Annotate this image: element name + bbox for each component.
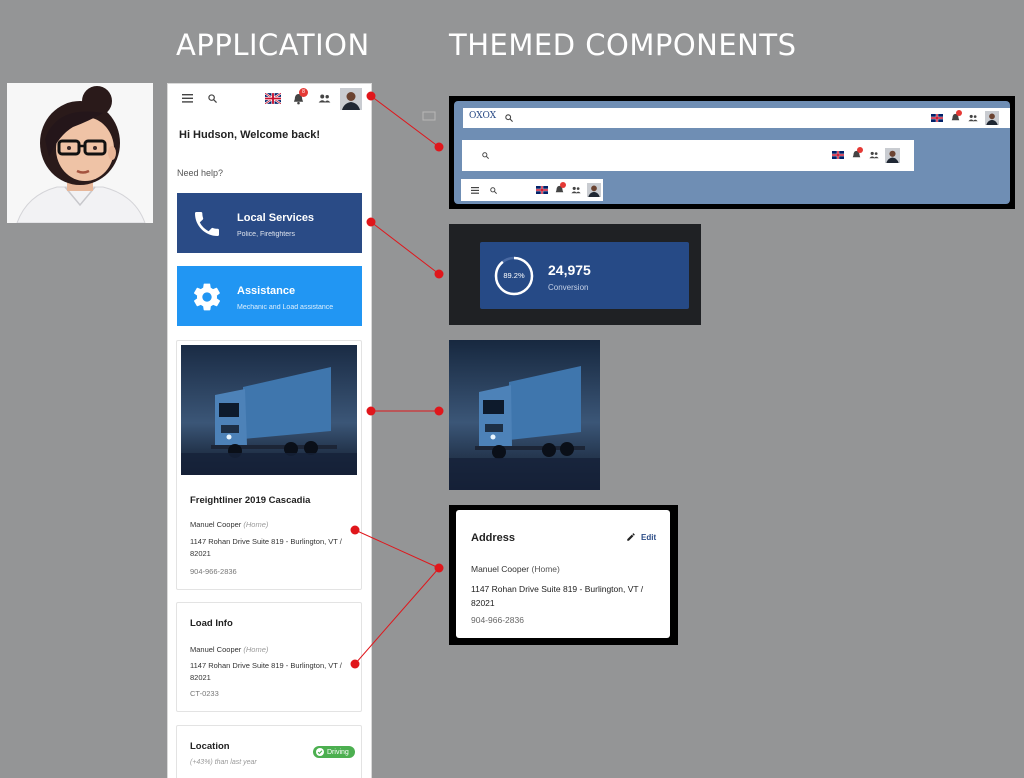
themed-topbars-panel: OXOX bbox=[449, 96, 1015, 209]
people-icon[interactable] bbox=[571, 186, 581, 194]
brand-logo-text: OXOX bbox=[469, 111, 497, 121]
check-icon bbox=[316, 748, 324, 756]
people-icon[interactable] bbox=[869, 151, 879, 159]
people-icon[interactable] bbox=[968, 114, 978, 122]
need-help-label: Need help? bbox=[177, 168, 224, 178]
profile-avatar-icon[interactable] bbox=[985, 111, 999, 125]
themed-address-panel: Address Edit Manuel Cooper (Home) 1147 R… bbox=[449, 505, 678, 645]
local-services-title: Local Services bbox=[237, 212, 315, 224]
connector-dot bbox=[434, 563, 444, 573]
connector-dot bbox=[434, 269, 444, 279]
conversion-stat-card: 89.2% 24,975 Conversion bbox=[480, 242, 689, 309]
assistance-title: Assistance bbox=[237, 285, 296, 297]
assistance-card[interactable]: Assistance Mechanic and Load assistance bbox=[177, 266, 362, 326]
conversion-label: Conversion bbox=[548, 283, 589, 292]
truck-image bbox=[181, 345, 357, 475]
menu-icon[interactable] bbox=[182, 94, 193, 103]
search-icon[interactable] bbox=[505, 114, 513, 122]
profile-avatar-icon[interactable] bbox=[587, 183, 601, 197]
address-card: Address Edit Manuel Cooper (Home) 1147 R… bbox=[456, 510, 670, 638]
location-title: Location bbox=[190, 741, 230, 752]
themed-topbars-background: OXOX bbox=[454, 101, 1010, 204]
gear-icon bbox=[193, 283, 221, 311]
address-lines: 1147 Rohan Drive Suite 819 - Burlington,… bbox=[471, 584, 644, 608]
user-avatar-illustration bbox=[7, 83, 153, 223]
load-contact: Manuel Cooper (Home) bbox=[190, 645, 269, 654]
themed-stat-panel: 89.2% 24,975 Conversion bbox=[449, 224, 701, 325]
edit-button[interactable]: Edit bbox=[626, 532, 656, 542]
conversion-value: 24,975 bbox=[548, 262, 591, 278]
vehicle-contact: Manuel Cooper (Home) bbox=[190, 520, 269, 529]
notification-count-badge: 8 bbox=[299, 88, 308, 97]
vehicle-card: Freightliner 2019 Cascadia Manuel Cooper… bbox=[176, 340, 362, 590]
load-code: CT-0233 bbox=[190, 689, 219, 698]
location-card: Location (+43%) than last year Driving bbox=[176, 725, 362, 778]
assistance-subtitle: Mechanic and Load assistance bbox=[237, 304, 334, 311]
notification-dot bbox=[956, 110, 962, 116]
load-address: 1147 Rohan Drive Suite 819 - Burlington,… bbox=[190, 661, 342, 682]
pencil-icon bbox=[627, 533, 635, 541]
vehicle-name: Freightliner 2019 Cascadia bbox=[190, 495, 311, 506]
topbar-variant-wide: OXOX bbox=[463, 108, 1010, 128]
driving-status-badge: Driving bbox=[313, 746, 355, 758]
address-phone: 904-966-2836 bbox=[471, 615, 524, 625]
menu-icon[interactable] bbox=[471, 187, 479, 194]
app-top-bar: 8 bbox=[168, 84, 371, 114]
themed-components-heading: THEMED COMPONENTS bbox=[449, 28, 797, 62]
profile-avatar-icon[interactable] bbox=[340, 88, 362, 110]
uk-flag-icon[interactable] bbox=[265, 93, 281, 104]
load-info-card: Load Info Manuel Cooper (Home) 1147 Roha… bbox=[176, 602, 362, 712]
uk-flag-icon[interactable] bbox=[931, 114, 943, 122]
address-contact: Manuel Cooper (Home) bbox=[471, 564, 560, 574]
address-title: Address bbox=[471, 532, 516, 544]
vehicle-phone: 904-966-2836 bbox=[190, 567, 237, 576]
conversion-percent: 89.2% bbox=[503, 271, 525, 280]
search-icon[interactable] bbox=[208, 94, 217, 103]
uk-flag-icon[interactable] bbox=[832, 151, 844, 159]
topbar-variant-medium bbox=[462, 140, 914, 171]
connector-dot bbox=[434, 142, 444, 152]
uk-flag-icon[interactable] bbox=[536, 186, 548, 194]
vehicle-address: 1147 Rohan Drive Suite 819 - Burlington,… bbox=[190, 537, 342, 558]
location-subtitle: (+43%) than last year bbox=[190, 759, 257, 766]
search-icon[interactable] bbox=[490, 187, 497, 194]
load-info-title: Load Info bbox=[190, 618, 233, 629]
small-frame-icon bbox=[422, 111, 436, 121]
mobile-app-screen: 8 Hi Hudson, Welcome back! Need help? Lo… bbox=[167, 83, 372, 778]
search-icon[interactable] bbox=[482, 152, 489, 159]
profile-avatar-icon[interactable] bbox=[885, 148, 900, 163]
people-icon[interactable] bbox=[318, 94, 331, 103]
notification-dot bbox=[560, 182, 566, 188]
topbar-variant-compact bbox=[461, 179, 603, 201]
welcome-greeting: Hi Hudson, Welcome back! bbox=[179, 129, 320, 141]
local-services-subtitle: Police, Firefighters bbox=[237, 231, 295, 238]
connector-dot bbox=[434, 406, 444, 416]
truck-image bbox=[449, 340, 600, 490]
phone-icon bbox=[195, 212, 219, 236]
application-heading: APPLICATION bbox=[176, 28, 370, 62]
local-services-card[interactable]: Local Services Police, Firefighters bbox=[177, 193, 362, 253]
themed-truck-image bbox=[449, 340, 600, 490]
notification-dot bbox=[857, 147, 863, 153]
